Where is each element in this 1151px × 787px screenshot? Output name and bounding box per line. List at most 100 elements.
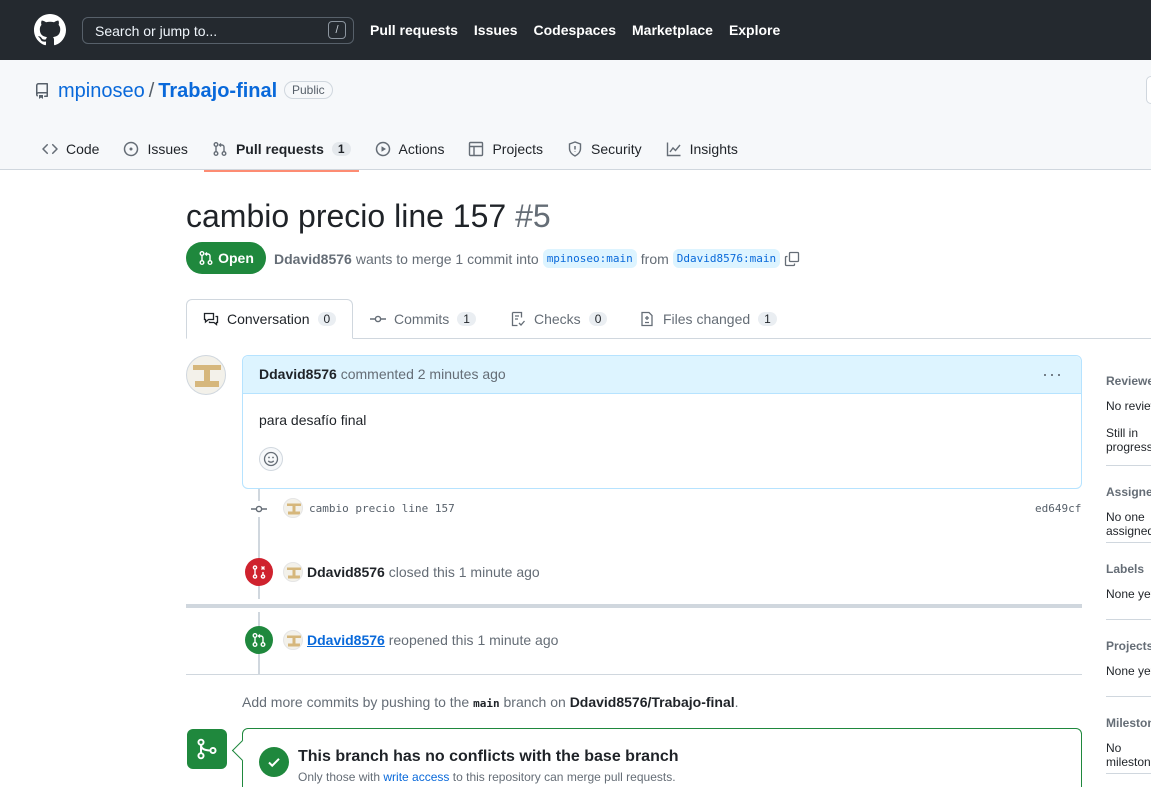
- merge-status-icon: [187, 729, 227, 769]
- sidebar-projects-heading: Projects: [1106, 639, 1151, 653]
- nav-issues[interactable]: Issues: [474, 22, 518, 38]
- search-shortcut-key: /: [328, 21, 346, 39]
- avatar[interactable]: [283, 630, 303, 650]
- sidebar-milestone-value: No milestone: [1106, 741, 1151, 769]
- pr-state-label: Open: [218, 250, 254, 266]
- pr-tab-conversation[interactable]: Conversation 0: [186, 299, 353, 339]
- base-branch[interactable]: mpinoseo:main: [542, 249, 637, 268]
- tab-code[interactable]: Code: [34, 134, 107, 170]
- pull-request-icon: [252, 633, 266, 647]
- sidebar-reviewers-heading: Reviewers: [1106, 374, 1151, 388]
- play-icon: [375, 141, 390, 157]
- reopened-event-badge: [245, 626, 273, 654]
- sidebar-assignees-heading: Assignees: [1106, 485, 1151, 499]
- head-branch[interactable]: Ddavid8576:main: [672, 249, 781, 268]
- kebab-menu-icon[interactable]: ···: [1042, 364, 1063, 385]
- repo-header: mpinoseo / Trabajo-final Public Code Issue…: [0, 60, 1151, 172]
- commit-icon: [251, 501, 267, 517]
- event-author-link[interactable]: Ddavid8576: [307, 564, 385, 580]
- pr-tab-checks[interactable]: Checks 0: [510, 299, 608, 339]
- comment-body: para desafío final: [259, 412, 367, 428]
- pr-author-link[interactable]: Ddavid8576: [274, 251, 352, 267]
- tab-issues-label: Issues: [147, 141, 188, 157]
- merge-status-subtitle: Only those with write access to this rep…: [298, 770, 676, 784]
- github-logo-icon[interactable]: [34, 14, 66, 46]
- tab-code-label: Code: [66, 141, 100, 157]
- tab-pull-requests-count: 1: [331, 142, 351, 156]
- pr-tab-commits[interactable]: Commits 1: [370, 299, 476, 339]
- push-hint-branch: main: [473, 697, 500, 710]
- nav-pull-requests[interactable]: Pull requests: [370, 22, 458, 38]
- tab-insights-label: Insights: [689, 141, 738, 157]
- sidebar-reviewers-note: Still in progress?: [1106, 426, 1151, 454]
- tab-projects-label: Projects: [492, 141, 544, 157]
- file-diff-icon: [641, 311, 653, 327]
- global-nav: Pull requests Issues Codespaces Marketpl…: [370, 22, 796, 38]
- checklist-icon: [511, 311, 525, 327]
- nav-marketplace[interactable]: Marketplace: [632, 22, 713, 38]
- pr-title: cambio precio line 157 #5: [186, 198, 551, 235]
- sidebar-reviewers-value: No reviews: [1106, 399, 1151, 413]
- pr-tab-conversation-label: Conversation: [227, 311, 310, 327]
- issue-icon: [124, 141, 139, 157]
- avatar[interactable]: [283, 498, 303, 518]
- sidebar-divider: [1106, 619, 1151, 620]
- search-placeholder: Search or jump to...: [95, 23, 218, 39]
- tab-projects[interactable]: Projects: [460, 134, 551, 170]
- tab-insights[interactable]: Insights: [658, 134, 746, 170]
- sidebar-milestone[interactable]: Milestone No milestone: [1106, 716, 1151, 769]
- repo-name-link[interactable]: Trabajo-final: [158, 80, 277, 102]
- pr-tab-checks-count: 0: [588, 312, 608, 326]
- tab-pull-requests-label: Pull requests: [235, 141, 324, 157]
- commit-message-link[interactable]: cambio precio line 157: [309, 502, 455, 515]
- add-reaction-button[interactable]: [259, 447, 283, 471]
- tab-actions[interactable]: Actions: [367, 134, 453, 170]
- sidebar-divider: [1106, 542, 1151, 543]
- pr-meta: Ddavid8576 wants to merge 1 commit into …: [274, 249, 800, 268]
- sidebar-projects[interactable]: Projects None yet: [1106, 639, 1151, 678]
- nav-codespaces[interactable]: Codespaces: [534, 22, 616, 38]
- identicon-icon: [287, 503, 301, 515]
- event-author-link[interactable]: Ddavid8576: [307, 632, 385, 648]
- repo-tabs: Code Issues Pull requests 1 Actions Proj…: [34, 134, 754, 172]
- pr-tab-checks-label: Checks: [534, 311, 581, 327]
- commit-sha-link[interactable]: ed649cf: [1035, 502, 1081, 515]
- identicon-icon: [193, 365, 221, 387]
- repo-owner-link[interactable]: mpinoseo: [58, 80, 145, 102]
- tab-issues[interactable]: Issues: [115, 134, 195, 170]
- commit-icon: [370, 315, 386, 323]
- tab-security[interactable]: Security: [559, 134, 650, 170]
- pr-tab-conversation-count: 0: [317, 312, 337, 326]
- search-input[interactable]: Search or jump to... /: [82, 17, 354, 44]
- sidebar-assignees-value: No one assigned: [1106, 510, 1151, 538]
- repo-separator: /: [148, 80, 155, 102]
- timeline-end-divider: [186, 674, 1082, 675]
- smiley-icon: [263, 451, 279, 467]
- sidebar-labels[interactable]: Labels None yet: [1106, 562, 1151, 601]
- comment-author-link[interactable]: Ddavid8576: [259, 366, 337, 382]
- pr-number: #5: [515, 198, 551, 234]
- push-hint-repo-link[interactable]: Ddavid8576/Trabajo-final: [570, 694, 735, 710]
- git-merge-icon: [197, 738, 217, 760]
- avatar[interactable]: [283, 562, 303, 582]
- identicon-icon: [287, 567, 301, 579]
- nav-explore[interactable]: Explore: [729, 22, 780, 38]
- sidebar-assignees[interactable]: Assignees No one assigned: [1106, 485, 1151, 538]
- repo-action-button[interactable]: [1146, 76, 1151, 104]
- pr-title-text: cambio precio line 157: [186, 198, 507, 234]
- sidebar-projects-value: None yet: [1106, 664, 1151, 678]
- graph-icon: [666, 142, 681, 157]
- sidebar-milestone-heading: Milestone: [1106, 716, 1151, 730]
- copy-icon[interactable]: [784, 251, 800, 267]
- comment-discussion-icon: [203, 312, 219, 326]
- pr-tab-files-changed-label: Files changed: [663, 311, 751, 327]
- reopened-event-action: reopened this 1 minute ago: [388, 632, 559, 648]
- write-access-link[interactable]: write access: [383, 770, 449, 784]
- avatar[interactable]: [186, 355, 226, 395]
- pr-tab-files-changed[interactable]: Files changed 1: [639, 299, 777, 339]
- repo-title: mpinoseo / Trabajo-final: [58, 80, 277, 103]
- check-circle-icon: [259, 747, 289, 777]
- sidebar-reviewers[interactable]: Reviewers No reviews Still in progress?: [1106, 374, 1151, 454]
- tab-pull-requests[interactable]: Pull requests 1: [203, 134, 359, 172]
- state-change-separator: [186, 604, 1082, 608]
